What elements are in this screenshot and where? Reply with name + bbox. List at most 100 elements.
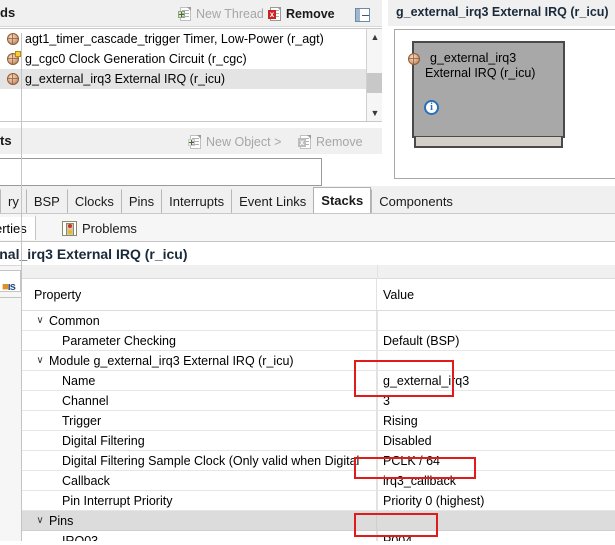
scrollbar-thumb[interactable] <box>367 73 382 93</box>
new-object-label: New Object > <box>206 135 281 149</box>
view-tab-bar: erties Problems <box>0 214 615 242</box>
property-label: Trigger <box>22 411 377 430</box>
module-icon <box>6 32 20 46</box>
property-row-parameter-checking[interactable]: Parameter Checking Default (BSP) <box>22 331 615 351</box>
tab-bsp[interactable]: BSP <box>26 189 67 213</box>
property-row-channel[interactable]: Channel 3 <box>22 391 615 411</box>
new-document-icon <box>178 7 192 22</box>
property-row-pin-interrupt-priority[interactable]: Pin Interrupt Priority Priority 0 (highe… <box>22 491 615 511</box>
property-value-name[interactable]: g_external_irq3 <box>377 371 615 390</box>
info-icon[interactable]: i <box>424 100 439 115</box>
objects-panel-title: ts <box>0 133 12 148</box>
bottom-filler <box>0 541 615 545</box>
chevron-down-icon[interactable]: ∨ <box>34 315 46 326</box>
property-value-digital-filtering[interactable]: Disabled <box>377 431 615 450</box>
objects-toolbar: ts New Object > x Remove <box>0 128 382 154</box>
new-object-button[interactable]: New Object > <box>188 131 281 153</box>
module-card-text: g_external_irq3 External IRQ (r_icu) <box>425 51 557 81</box>
tab-problems[interactable]: Problems <box>62 216 137 240</box>
remove-thread-button[interactable]: x Remove <box>268 3 335 25</box>
property-value-channel[interactable]: 3 <box>377 391 615 410</box>
thread-tree-item-label: agt1_timer_cascade_trigger Timer, Low-Po… <box>25 32 324 46</box>
property-value[interactable]: Default (BSP) <box>377 331 615 350</box>
tab-properties[interactable]: erties <box>0 215 36 240</box>
remove-object-button[interactable]: x Remove <box>298 131 363 153</box>
module-preview-canvas[interactable]: g_external_irq3 External IRQ (r_icu) i <box>394 29 615 179</box>
tab-stacks[interactable]: Stacks <box>313 187 371 213</box>
new-object-icon <box>188 135 202 150</box>
threads-toolbar: ds New Thread x Remove <box>0 0 382 27</box>
tab-problems-label: Problems <box>82 221 137 236</box>
property-group-pins[interactable]: ∨ Pins <box>22 511 615 531</box>
left-view-rail: ■ıs <box>0 265 22 545</box>
property-row-digital-filtering[interactable]: Digital Filtering Disabled <box>22 431 615 451</box>
tab-pins[interactable]: Pins <box>121 189 161 213</box>
property-row-callback[interactable]: Callback irq3_callback <box>22 471 615 491</box>
properties-table-topstrip <box>22 265 615 279</box>
property-label: Digital Filtering Sample Clock (Only val… <box>22 451 377 470</box>
collapse-all-button[interactable] <box>355 4 370 26</box>
scroll-down-arrow-icon[interactable]: ▼ <box>367 105 383 121</box>
column-header-value: Value <box>377 279 615 310</box>
property-value[interactable] <box>377 351 615 370</box>
collapse-all-icon <box>355 8 370 22</box>
property-row-trigger[interactable]: Trigger Rising <box>22 411 615 431</box>
thread-tree-item-selected[interactable]: g_external_irq3 External IRQ (r_icu) <box>0 69 382 89</box>
thread-tree-item[interactable]: agt1_timer_cascade_trigger Timer, Low-Po… <box>0 29 382 49</box>
objects-list-box[interactable] <box>0 158 322 186</box>
property-value-sample-clock[interactable]: PCLK / 64 <box>377 451 615 470</box>
column-header-property: Property <box>22 279 377 310</box>
property-label: ∨ Pins <box>22 511 377 530</box>
threads-panel: ds New Thread x Remove <box>0 0 382 128</box>
property-label: ∨ Module g_external_irq3 External IRQ (r… <box>22 351 377 370</box>
properties-table[interactable]: Property Value ∨ Common Parameter Checki… <box>22 265 615 545</box>
thread-tree-item[interactable]: g_cgc0 Clock Generation Circuit (r_cgc) <box>0 49 382 69</box>
chevron-down-icon[interactable]: ∨ <box>34 515 46 526</box>
module-card-line1: g_external_irq3 <box>430 51 516 65</box>
module-preview-header: g_external_irq3 External IRQ (r_icu) <box>388 0 615 26</box>
module-preview-panel: g_external_irq3 External IRQ (r_icu) g_e… <box>388 0 615 186</box>
threads-tree[interactable]: agt1_timer_cascade_trigger Timer, Low-Po… <box>0 28 382 122</box>
rail-tab-collapsed[interactable]: ■ıs <box>0 270 21 292</box>
remove-document-icon: x <box>268 7 282 22</box>
rail-divider-top <box>0 265 22 266</box>
property-label: Parameter Checking <box>22 331 377 350</box>
property-label: Callback <box>22 471 377 490</box>
module-icon <box>6 72 20 86</box>
rail-tab-glyph: ■ıs <box>2 281 15 293</box>
threads-scrollbar[interactable]: ▲ ▼ <box>366 29 382 121</box>
tab-clocks[interactable]: Clocks <box>67 189 121 213</box>
rail-divider-bottom <box>0 297 22 298</box>
module-icon <box>6 52 20 66</box>
remove-object-icon: x <box>298 135 312 150</box>
new-thread-button[interactable]: New Thread <box>178 3 264 25</box>
remove-thread-label: Remove <box>286 7 335 21</box>
tab-event-links[interactable]: Event Links <box>231 189 313 213</box>
property-label: Name <box>22 371 377 390</box>
property-row-digital-filtering-sample-clock[interactable]: Digital Filtering Sample Clock (Only val… <box>22 451 615 471</box>
property-label: ∨ Common <box>22 311 377 330</box>
threads-panel-title: ds <box>0 5 15 20</box>
module-card[interactable]: g_external_irq3 External IRQ (r_icu) i <box>412 41 565 138</box>
property-value-priority[interactable]: Priority 0 (highest) <box>377 491 615 510</box>
property-value-trigger[interactable]: Rising <box>377 411 615 430</box>
chevron-down-icon[interactable]: ∨ <box>34 355 46 366</box>
problems-icon <box>62 221 77 236</box>
module-preview-title: g_external_irq3 External IRQ (r_icu) <box>396 5 609 19</box>
property-group-module[interactable]: ∨ Module g_external_irq3 External IRQ (r… <box>22 351 615 371</box>
property-label: Digital Filtering <box>22 431 377 450</box>
property-value[interactable] <box>377 511 615 530</box>
property-group-common[interactable]: ∨ Common <box>22 311 615 331</box>
property-row-name[interactable]: Name g_external_irq3 <box>22 371 615 391</box>
property-label: Channel <box>22 391 377 410</box>
tab-interrupts[interactable]: Interrupts <box>161 189 231 213</box>
property-value[interactable] <box>377 311 615 330</box>
tab-components[interactable]: Components <box>371 189 460 213</box>
property-value-callback[interactable]: irq3_callback <box>377 471 615 490</box>
module-card-line2: External IRQ (r_icu) <box>425 66 535 80</box>
scroll-up-arrow-icon[interactable]: ▲ <box>367 29 383 45</box>
properties-view-title: ernal_irq3 External IRQ (r_icu) <box>0 246 188 262</box>
thread-tree-item-label: g_external_irq3 External IRQ (r_icu) <box>25 72 225 86</box>
configuration-tab-bar: ry BSP Clocks Pins Interrupts Event Link… <box>0 186 615 214</box>
module-card-footer <box>414 137 563 148</box>
